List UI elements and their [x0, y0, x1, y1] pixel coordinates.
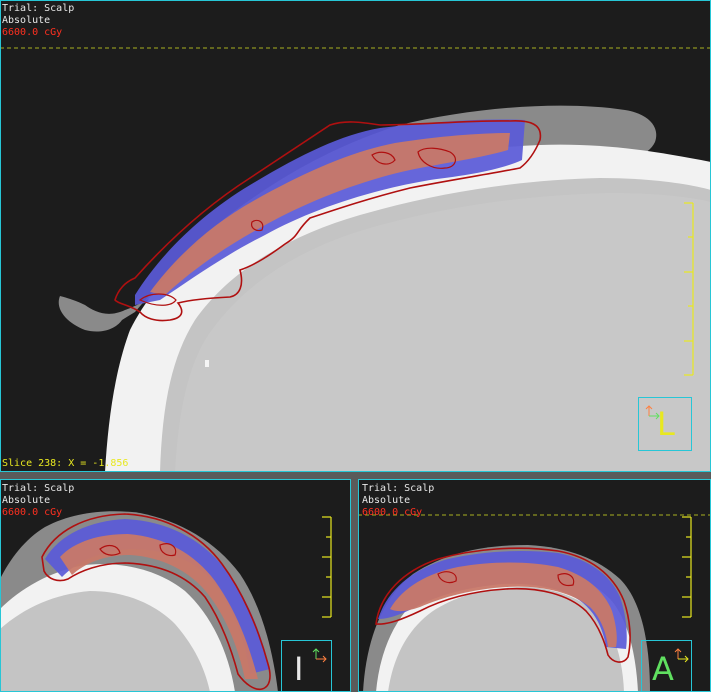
- sagittal-orientation-icon[interactable]: L: [638, 397, 692, 451]
- trial-label: Trial: Scalp: [2, 3, 75, 14]
- coronal-orientation-icon[interactable]: A: [641, 640, 692, 692]
- axial-ruler: [322, 516, 332, 618]
- axis-arrows-icon: [312, 648, 327, 663]
- dose-value-label: 6600.0 cGy: [2, 507, 63, 518]
- axis-arrows-icon: [674, 648, 689, 663]
- trial-label: Trial: Scalp: [2, 483, 75, 494]
- slice-position-label: Slice 238: X = -1.856: [2, 458, 129, 469]
- trial-label: Trial: Scalp: [362, 483, 435, 494]
- dose-value-label: 6600.0 cGy: [362, 507, 423, 518]
- dose-value-label: 6600.0 cGy: [2, 27, 63, 38]
- axial-viewport[interactable]: Trial: Scalp Absolute 6600.0 cGy I: [0, 479, 351, 692]
- dose-mode-label: Absolute: [2, 15, 51, 26]
- coronal-ruler: [682, 516, 692, 618]
- axial-orientation-icon[interactable]: I: [281, 640, 332, 692]
- coronal-viewport[interactable]: Trial: Scalp Absolute 6600.0 cGy A: [358, 479, 711, 692]
- dose-mode-label: Absolute: [362, 495, 411, 506]
- dose-mode-label: Absolute: [2, 495, 51, 506]
- axis-arrows-icon: [645, 405, 660, 420]
- sagittal-viewport[interactable]: Trial: Scalp Absolute 6600.0 cGy Slice 2…: [0, 0, 711, 472]
- sagittal-image: [0, 47, 711, 472]
